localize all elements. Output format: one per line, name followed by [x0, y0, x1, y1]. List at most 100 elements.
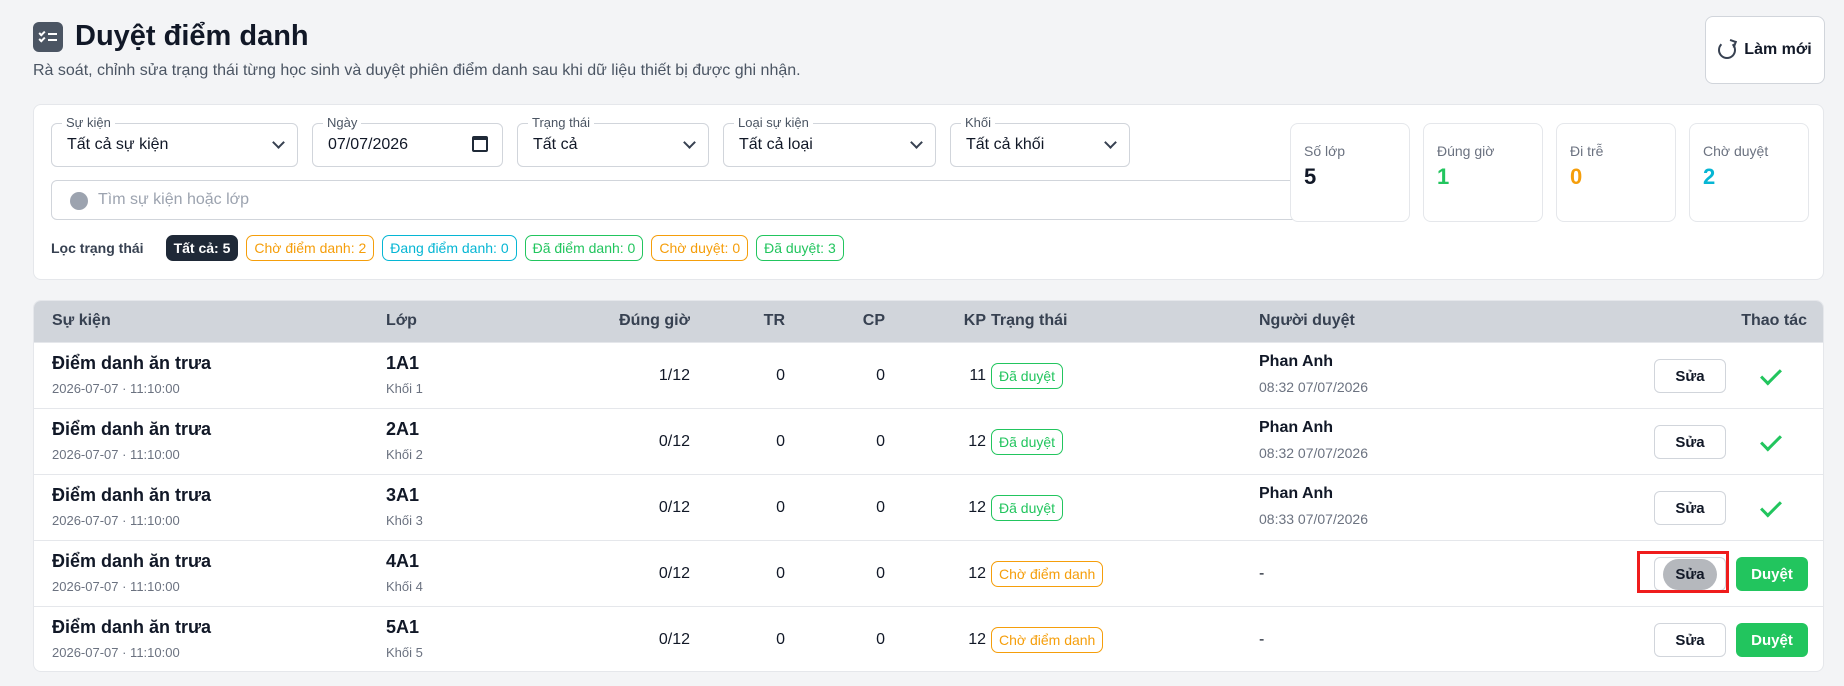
edit-button[interactable]: Sửa [1654, 491, 1726, 525]
status-badge: Chờ điểm danh [991, 561, 1104, 587]
event-time: 2026-07-07 · 11:10:00 [52, 579, 180, 594]
stat-label: Đi trễ [1570, 143, 1604, 159]
reviewed-at: 08:32 07/07/2026 [1259, 379, 1368, 395]
cp-count: 0 [876, 367, 885, 384]
class-grade: Khối 1 [386, 381, 423, 396]
event-name: Điểm danh ăn trưa [52, 419, 212, 439]
table-row: Điểm danh ăn trưa 2026-07-07 · 11:10:00 … [34, 408, 1823, 474]
event-name: Điểm danh ăn trưa [52, 617, 212, 637]
chip-all[interactable]: Tất cả: 5 [165, 235, 239, 261]
stat-label: Đúng giờ [1437, 143, 1495, 159]
kp-count: 12 [968, 631, 986, 648]
stat-pending: Chờ duyệt 2 [1689, 123, 1809, 222]
edit-button[interactable]: Sửa [1654, 623, 1726, 657]
col-cp: CP [862, 312, 885, 329]
tr-count: 0 [776, 433, 785, 450]
edit-button[interactable]: Sửa [1654, 557, 1726, 591]
attendance-table: Sự kiện Lớp Đúng giờ TR CP KP Trạng thái… [33, 300, 1824, 672]
status-badge: Chờ điểm danh [991, 627, 1104, 653]
stat-value: 2 [1703, 164, 1716, 189]
search-box [51, 180, 1305, 220]
stat-label: Số lớp [1304, 143, 1346, 159]
reviewer-name: Phan Anh [1259, 419, 1334, 436]
tr-count: 0 [776, 367, 785, 384]
class-grade: Khối 5 [386, 645, 423, 660]
date-input-label: Ngày [323, 115, 362, 130]
col-on-time: Đúng giờ [619, 312, 690, 329]
date-input[interactable]: Ngày 07/07/2026 [312, 115, 503, 167]
page-subtitle: Rà soát, chỉnh sửa trạng thái từng học s… [33, 62, 801, 79]
refresh-label: Làm mới [1744, 41, 1812, 58]
event-time: 2026-07-07 · 11:10:00 [52, 513, 180, 528]
on-time-count: 0/12 [658, 631, 690, 648]
on-time-count: 0/12 [658, 499, 690, 516]
stat-value: 0 [1570, 164, 1583, 189]
refresh-icon [1718, 41, 1737, 59]
event-name: Điểm danh ăn trưa [52, 551, 212, 571]
table-row: Điểm danh ăn trưa 2026-07-07 · 11:10:00 … [34, 540, 1823, 606]
tr-count: 0 [776, 565, 785, 582]
edit-button[interactable]: Sửa [1654, 359, 1726, 393]
chevron-down-icon [910, 136, 923, 149]
class-name: 4A1 [386, 551, 420, 571]
on-time-count: 1/12 [658, 367, 690, 384]
stat-on-time: Đúng giờ 1 [1423, 123, 1543, 222]
stat-value: 1 [1437, 164, 1450, 189]
stat-value: 5 [1304, 164, 1317, 189]
search-input[interactable] [96, 189, 1276, 211]
chip-waiting-attendance[interactable]: Chờ điểm danh: 2 [246, 235, 375, 261]
grade-select-label: Khối [961, 115, 996, 130]
chevron-down-icon [272, 136, 285, 149]
stat-class-count: Số lớp 5 [1290, 123, 1410, 222]
event-type-select-label: Loại sự kiện [734, 115, 813, 130]
approve-button[interactable]: Duyệt [1736, 623, 1808, 657]
chevron-down-icon [1104, 136, 1117, 149]
edit-button-label: Sửa [1663, 558, 1717, 590]
reviewer-name: - [1259, 565, 1265, 582]
status-badge: Đã duyệt [991, 495, 1064, 521]
date-input-value: 07/07/2026 [328, 136, 409, 153]
col-tr: TR [763, 312, 785, 329]
event-time: 2026-07-07 · 11:10:00 [52, 381, 180, 396]
chip-in-progress[interactable]: Đang điểm danh: 0 [382, 235, 517, 261]
check-icon [1760, 495, 1782, 518]
calendar-icon[interactable] [472, 136, 488, 152]
col-reviewer: Người duyệt [1259, 312, 1355, 329]
tr-count: 0 [776, 499, 785, 516]
table-header: Sự kiện Lớp Đúng giờ TR CP KP Trạng thái… [34, 301, 1823, 342]
on-time-count: 0/12 [658, 565, 690, 582]
reviewer-name: Phan Anh [1259, 485, 1334, 502]
page-header: Duyệt điểm danh [33, 20, 309, 53]
reviewed-at: 08:33 07/07/2026 [1259, 511, 1368, 527]
status-select-value: Tất cả [533, 136, 578, 153]
event-select[interactable]: Sự kiện Tất cả sự kiện [51, 115, 298, 167]
reviewer-name: - [1259, 631, 1265, 648]
chip-approved[interactable]: Đã duyệt: 3 [756, 235, 844, 261]
class-grade: Khối 4 [386, 579, 423, 594]
event-time: 2026-07-07 · 11:10:00 [52, 447, 180, 462]
class-grade: Khối 3 [386, 513, 423, 528]
status-select[interactable]: Trạng thái Tất cả [517, 115, 709, 167]
event-select-value: Tất cả sự kiện [67, 136, 169, 153]
edit-button[interactable]: Sửa [1654, 425, 1726, 459]
event-type-select[interactable]: Loại sự kiện Tất cả loại [723, 115, 936, 167]
status-select-label: Trạng thái [528, 115, 595, 130]
col-event: Sự kiện [52, 312, 111, 329]
kp-count: 12 [968, 499, 986, 516]
chip-pending-review[interactable]: Chờ duyệt: 0 [651, 235, 749, 261]
approve-button[interactable]: Duyệt [1736, 557, 1808, 591]
filter-panel: Sự kiện Tất cả sự kiện Ngày 07/07/2026 T… [33, 104, 1824, 280]
kp-count: 12 [968, 565, 986, 582]
chip-attended[interactable]: Đã điểm danh: 0 [524, 235, 644, 261]
status-filter-bar: Lọc trạng thái Tất cả: 5 Chờ điểm danh: … [51, 235, 844, 261]
status-filter-label: Lọc trạng thái [51, 240, 144, 256]
refresh-button[interactable]: Làm mới [1705, 16, 1825, 84]
chevron-down-icon [683, 136, 696, 149]
stat-late: Đi trễ 0 [1556, 123, 1676, 222]
grade-select[interactable]: Khối Tất cả khối [950, 115, 1130, 167]
check-icon [1760, 363, 1782, 386]
event-name: Điểm danh ăn trưa [52, 485, 212, 505]
class-grade: Khối 2 [386, 447, 423, 462]
status-badge: Đã duyệt [991, 363, 1064, 389]
cp-count: 0 [876, 499, 885, 516]
